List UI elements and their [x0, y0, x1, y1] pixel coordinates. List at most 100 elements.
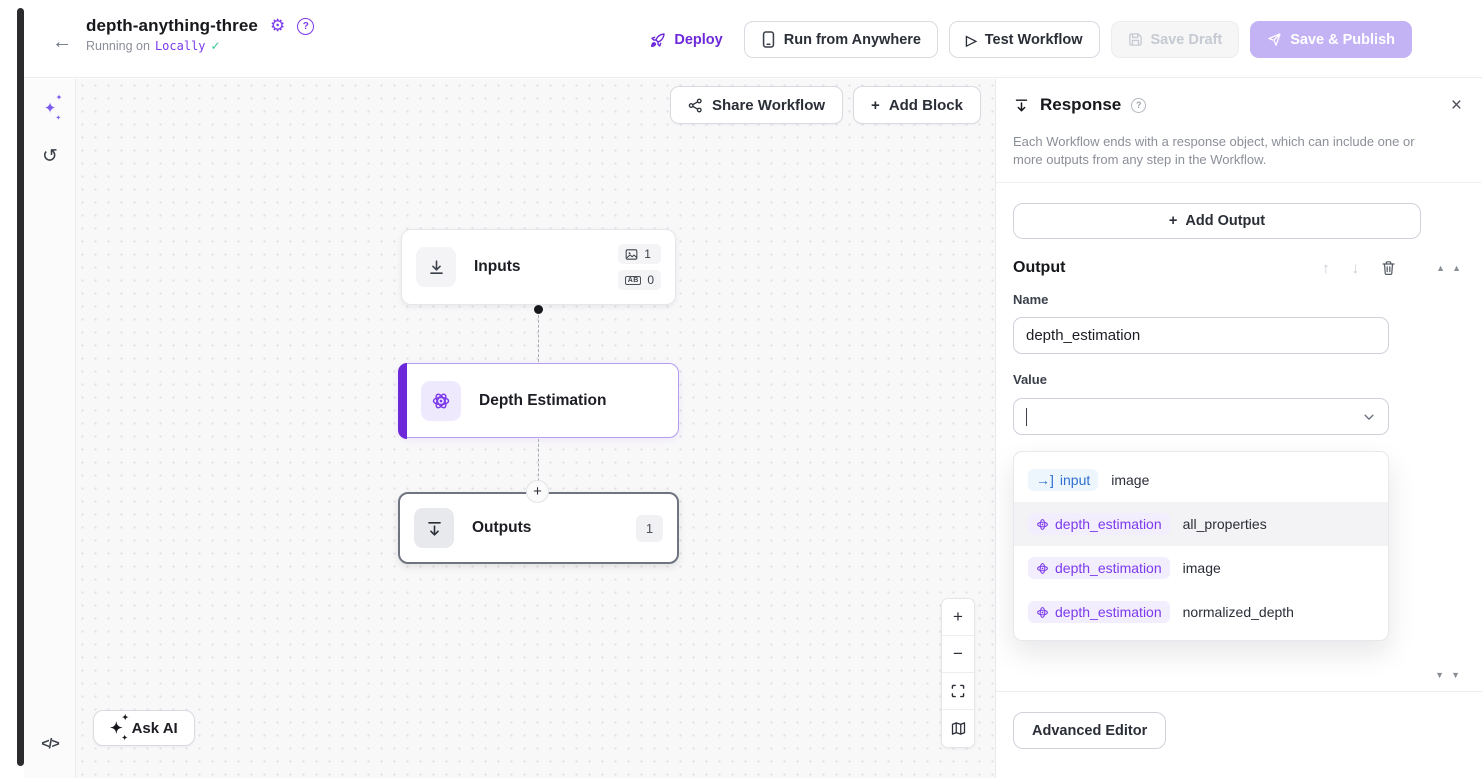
download-icon: [416, 247, 456, 287]
save-publish-label: Save & Publish: [1290, 31, 1395, 48]
status-check-icon: ✓: [210, 39, 221, 53]
option-input-image[interactable]: →] input image: [1014, 458, 1388, 502]
step-source-badge: depth_estimation: [1028, 557, 1170, 579]
advanced-editor-button[interactable]: Advanced Editor: [1013, 712, 1167, 749]
code-view-button[interactable]: </>: [24, 726, 76, 760]
ask-ai-label: Ask AI: [131, 719, 178, 737]
parameter-count-badge: AB 0: [618, 270, 661, 290]
atom-icon: [1036, 562, 1049, 575]
play-icon: ▷: [965, 31, 977, 48]
workflow-help-icon[interactable]: ?: [297, 17, 315, 35]
plus-icon: +: [953, 607, 963, 626]
response-help-icon[interactable]: ?: [1131, 97, 1147, 113]
mobile-phone-icon: [761, 31, 776, 48]
image-count: 1: [644, 247, 651, 261]
add-output-button[interactable]: + Add Output: [1013, 203, 1421, 239]
left-toolbar: ✦ ✦ ✦ ↺ </>: [24, 79, 76, 778]
top-header: ← depth-anything-three ⚙ ? Running on Lo…: [24, 0, 1482, 78]
divider: [996, 182, 1482, 183]
sparkles-icon: ✦ ✦ ✦: [43, 93, 63, 122]
save-publish-button[interactable]: Save & Publish: [1250, 21, 1412, 58]
inputs-node[interactable]: Inputs 1 AB 0: [401, 229, 676, 305]
code-icon: </>: [41, 735, 59, 751]
deploy-label: Deploy: [674, 31, 723, 48]
header-actions: Deploy Run from Anywhere ▷ Test Workflow…: [640, 21, 1412, 58]
canvas-zoom-controls: + −: [941, 598, 975, 748]
ask-ai-button[interactable]: ✦ ✦ ✦ Ask AI: [93, 710, 195, 746]
zoom-in-button[interactable]: +: [942, 599, 974, 636]
workflow-title: depth-anything-three: [86, 16, 258, 35]
workflow-settings-gear-icon[interactable]: ⚙: [270, 16, 285, 36]
workflow-canvas[interactable]: Share Workflow + Add Block Inputs 1 AB 0…: [76, 79, 995, 778]
run-from-anywhere-button[interactable]: Run from Anywhere: [743, 21, 938, 58]
option-depth-normalized-depth[interactable]: depth_estimation normalized_depth: [1014, 590, 1388, 634]
divider: [996, 691, 1482, 692]
text-parameter-icon: AB: [625, 275, 642, 285]
option-property: normalized_depth: [1182, 604, 1294, 620]
output-name-input[interactable]: depth_estimation: [1013, 317, 1389, 354]
image-count-badge: 1: [618, 244, 661, 264]
outputs-count-badge: 1: [636, 514, 663, 542]
add-block-button[interactable]: + Add Block: [853, 86, 981, 124]
depth-estimation-node[interactable]: Depth Estimation: [397, 362, 679, 439]
test-workflow-label: Test Workflow: [984, 31, 1083, 48]
output-name-value: depth_estimation: [1026, 327, 1141, 344]
plus-icon: +: [533, 483, 542, 500]
move-output-down-icon[interactable]: ↓: [1352, 260, 1360, 277]
test-workflow-button[interactable]: ▷ Test Workflow: [948, 21, 1100, 58]
inputs-node-label: Inputs: [474, 258, 521, 275]
panel-description: Each Workflow ends with a response objec…: [1013, 134, 1415, 167]
close-panel-icon[interactable]: ×: [1451, 96, 1462, 115]
fit-view-button[interactable]: [942, 673, 974, 710]
triangle-down-icon: ▼: [1451, 670, 1460, 680]
workflow-title-block: depth-anything-three ⚙ ? Running on Loca…: [86, 16, 315, 53]
advanced-editor-label: Advanced Editor: [1032, 722, 1148, 739]
triangle-up-icon: ▲: [1452, 263, 1461, 273]
response-icon: [1013, 97, 1030, 114]
delete-output-icon[interactable]: [1381, 260, 1396, 276]
minimap-button[interactable]: [942, 710, 974, 747]
share-workflow-button[interactable]: Share Workflow: [669, 86, 844, 124]
scroll-down-controls[interactable]: ▼ ▼: [1435, 670, 1460, 680]
save-draft-label: Save Draft: [1150, 31, 1223, 48]
output-icon: [414, 508, 454, 548]
running-on-label: Running on: [86, 39, 150, 53]
canvas-toolbar: Share Workflow + Add Block: [669, 86, 981, 124]
triangle-up-icon: ▲: [1436, 263, 1446, 273]
history-icon: ↺: [42, 145, 58, 167]
deploy-button[interactable]: Deploy: [640, 21, 732, 58]
window-edge-bar: [17, 8, 24, 766]
back-button[interactable]: ←: [48, 28, 76, 56]
output-heading: Output: [1013, 259, 1066, 276]
add-output-label: Add Output: [1185, 213, 1266, 229]
rocket-icon: [650, 32, 666, 48]
value-field-label: Value: [1013, 372, 1047, 387]
step-source-badge: depth_estimation: [1028, 601, 1170, 623]
fit-view-icon: [951, 684, 965, 698]
insert-block-button[interactable]: +: [526, 480, 549, 503]
connector-dot: [534, 305, 543, 314]
value-options-dropdown: →] input image depth_estimation all_prop…: [1013, 451, 1389, 641]
option-property: all_properties: [1182, 516, 1267, 532]
panel-title: Response: [1040, 95, 1122, 114]
option-property: image: [1111, 472, 1150, 488]
chevron-down-icon[interactable]: [1362, 410, 1376, 424]
image-icon: [625, 248, 638, 261]
output-section-header: Output ↑ ↓ ▲ ▲: [1013, 259, 1461, 277]
save-draft-button[interactable]: Save Draft: [1110, 21, 1240, 58]
running-on-value[interactable]: Locally: [155, 39, 206, 53]
parameter-count: 0: [647, 273, 654, 287]
move-output-up-icon[interactable]: ↑: [1322, 260, 1330, 277]
back-arrow-icon: ←: [52, 30, 72, 53]
zoom-out-button[interactable]: −: [942, 636, 974, 673]
share-workflow-label: Share Workflow: [711, 96, 826, 114]
run-from-anywhere-label: Run from Anywhere: [783, 31, 921, 48]
map-icon: [951, 721, 966, 736]
output-value-combobox[interactable]: [1013, 398, 1389, 435]
ai-assistant-button[interactable]: ✦ ✦ ✦: [24, 91, 76, 125]
history-button[interactable]: ↺: [24, 139, 76, 173]
option-property: image: [1182, 560, 1221, 576]
scroll-up-controls[interactable]: ▲ ▲: [1436, 263, 1461, 273]
option-depth-all-properties[interactable]: depth_estimation all_properties: [1014, 502, 1388, 546]
option-depth-image[interactable]: depth_estimation image: [1014, 546, 1388, 590]
